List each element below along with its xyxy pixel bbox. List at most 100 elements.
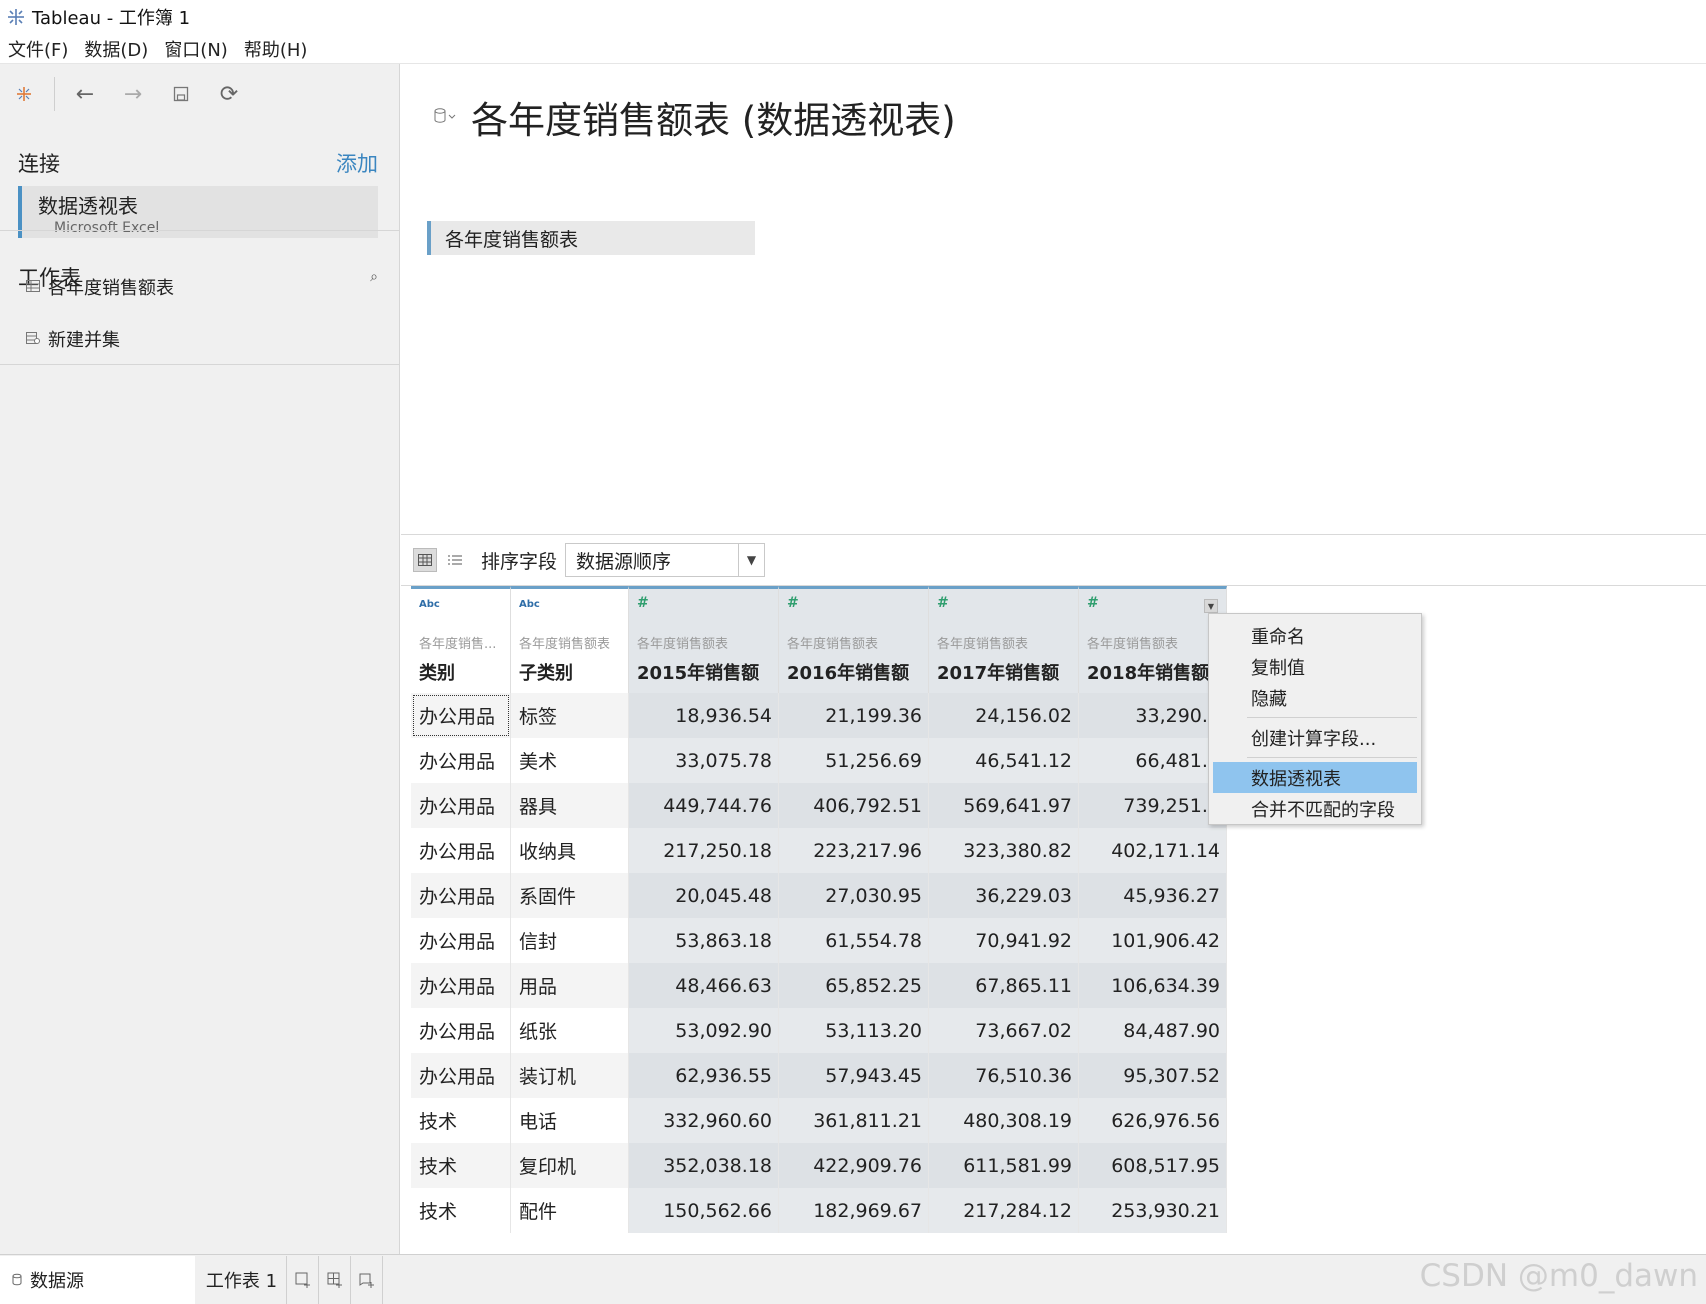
column-name[interactable]: 子类别 bbox=[519, 659, 573, 685]
new-dashboard-icon[interactable] bbox=[319, 1255, 351, 1304]
column-name[interactable]: 2018年销售额 bbox=[1087, 659, 1209, 685]
table-cell[interactable]: 27,030.95 bbox=[779, 873, 929, 918]
tab-sheet-1[interactable]: 工作表 1 bbox=[197, 1255, 287, 1304]
column-menu-dropdown-icon[interactable]: ▼ bbox=[1204, 599, 1218, 613]
chevron-down-icon[interactable]: ▼ bbox=[738, 544, 764, 576]
menu-window[interactable]: 窗口(N) bbox=[164, 36, 228, 62]
number-type-icon[interactable]: # bbox=[937, 595, 949, 611]
table-cell[interactable]: 办公用品 bbox=[411, 828, 511, 873]
table-cell[interactable]: 46,541.12 bbox=[929, 738, 1079, 783]
forward-arrow-icon[interactable]: → bbox=[109, 74, 157, 114]
table-cell[interactable]: 61,554.78 bbox=[779, 918, 929, 963]
search-icon[interactable]: ⌕ bbox=[370, 269, 378, 285]
table-cell[interactable]: 电话 bbox=[511, 1098, 629, 1143]
table-cell[interactable]: 技术 bbox=[411, 1143, 511, 1188]
table-cell[interactable]: 技术 bbox=[411, 1098, 511, 1143]
table-cell[interactable]: 办公用品 bbox=[411, 873, 511, 918]
table-cell[interactable]: 装订机 bbox=[511, 1053, 629, 1098]
number-type-icon[interactable]: # bbox=[787, 595, 799, 611]
column-header-category[interactable]: Abc 各年度销售... 类别 bbox=[411, 586, 511, 693]
table-cell[interactable]: 106,634.39 bbox=[1079, 963, 1227, 1008]
menu-file[interactable]: 文件(F) bbox=[8, 36, 68, 62]
column-header-2018[interactable]: # 各年度销售额表 2018年销售额 ▼ bbox=[1079, 586, 1227, 693]
table-cell[interactable]: 53,113.20 bbox=[779, 1008, 929, 1053]
table-cell[interactable]: 18,936.54 bbox=[629, 693, 779, 738]
table-cell[interactable]: 402,171.14 bbox=[1079, 828, 1227, 873]
table-cell[interactable]: 48,466.63 bbox=[629, 963, 779, 1008]
table-cell[interactable]: 标签 bbox=[511, 693, 629, 738]
table-cell[interactable]: 150,562.66 bbox=[629, 1188, 779, 1233]
new-story-icon[interactable] bbox=[351, 1255, 383, 1304]
table-cell[interactable]: 84,487.90 bbox=[1079, 1008, 1227, 1053]
table-cell[interactable]: 53,863.18 bbox=[629, 918, 779, 963]
table-cell[interactable]: 办公用品 bbox=[411, 963, 511, 1008]
menu-item-pivot[interactable]: 数据透视表 bbox=[1213, 762, 1417, 793]
table-cell[interactable]: 20,045.48 bbox=[629, 873, 779, 918]
table-cell[interactable]: 332,960.60 bbox=[629, 1098, 779, 1143]
table-cell[interactable]: 美术 bbox=[511, 738, 629, 783]
table-cell[interactable]: 办公用品 bbox=[411, 693, 511, 738]
table-cell[interactable]: 65,852.25 bbox=[779, 963, 929, 1008]
menu-data[interactable]: 数据(D) bbox=[84, 36, 148, 62]
menu-item-copy-values[interactable]: 复制值 bbox=[1209, 651, 1421, 682]
menu-help[interactable]: 帮助(H) bbox=[244, 36, 308, 62]
column-name[interactable]: 类别 bbox=[419, 659, 455, 685]
string-type-icon[interactable]: Abc bbox=[519, 599, 540, 610]
table-cell[interactable]: 608,517.95 bbox=[1079, 1143, 1227, 1188]
table-cell[interactable]: 223,217.96 bbox=[779, 828, 929, 873]
list-view-icon[interactable] bbox=[443, 548, 467, 572]
table-cell[interactable]: 182,969.67 bbox=[779, 1188, 929, 1233]
table-cell[interactable]: 101,906.42 bbox=[1079, 918, 1227, 963]
new-worksheet-icon[interactable] bbox=[287, 1255, 319, 1304]
table-cell[interactable]: 办公用品 bbox=[411, 918, 511, 963]
column-name[interactable]: 2015年销售额 bbox=[637, 659, 759, 685]
menu-item-create-calculated-field[interactable]: 创建计算字段... bbox=[1209, 722, 1421, 753]
table-cell[interactable]: 33,290.1 bbox=[1079, 693, 1227, 738]
sort-field-select[interactable]: 数据源顺序 ▼ bbox=[565, 543, 766, 577]
table-cell[interactable]: 70,941.92 bbox=[929, 918, 1079, 963]
table-cell[interactable]: 复印机 bbox=[511, 1143, 629, 1188]
table-cell[interactable]: 406,792.51 bbox=[779, 783, 929, 828]
refresh-icon[interactable]: ⟳ bbox=[205, 74, 253, 114]
table-cell[interactable]: 系固件 bbox=[511, 873, 629, 918]
table-cell[interactable]: 57,943.45 bbox=[779, 1053, 929, 1098]
table-cell[interactable]: 办公用品 bbox=[411, 738, 511, 783]
table-cell[interactable]: 收纳具 bbox=[511, 828, 629, 873]
table-cell[interactable]: 361,811.21 bbox=[779, 1098, 929, 1143]
table-cell[interactable]: 449,744.76 bbox=[629, 783, 779, 828]
table-cell[interactable]: 217,250.18 bbox=[629, 828, 779, 873]
table-cell[interactable]: 323,380.82 bbox=[929, 828, 1079, 873]
menu-item-rename[interactable]: 重命名 bbox=[1209, 620, 1421, 651]
table-cell[interactable]: 480,308.19 bbox=[929, 1098, 1079, 1143]
column-header-2017[interactable]: # 各年度销售额表 2017年销售额 bbox=[929, 586, 1079, 693]
table-cell[interactable]: 配件 bbox=[511, 1188, 629, 1233]
table-cell[interactable]: 办公用品 bbox=[411, 783, 511, 828]
table-cell[interactable]: 51,256.69 bbox=[779, 738, 929, 783]
string-type-icon[interactable]: Abc bbox=[419, 599, 440, 610]
back-arrow-icon[interactable]: ← bbox=[61, 74, 109, 114]
table-cell[interactable]: 21,199.36 bbox=[779, 693, 929, 738]
table-cell[interactable]: 67,865.11 bbox=[929, 963, 1079, 1008]
table-cell[interactable]: 95,307.52 bbox=[1079, 1053, 1227, 1098]
column-name[interactable]: 2017年销售额 bbox=[937, 659, 1059, 685]
table-cell[interactable]: 217,284.12 bbox=[929, 1188, 1079, 1233]
column-name[interactable]: 2016年销售额 bbox=[787, 659, 909, 685]
table-cell[interactable]: 569,641.97 bbox=[929, 783, 1079, 828]
table-cell[interactable]: 611,581.99 bbox=[929, 1143, 1079, 1188]
datasource-title[interactable]: 各年度销售额表 (数据透视表) bbox=[471, 90, 956, 144]
menu-item-hide[interactable]: 隐藏 bbox=[1209, 682, 1421, 713]
table-cell[interactable]: 办公用品 bbox=[411, 1008, 511, 1053]
table-cell[interactable]: 器具 bbox=[511, 783, 629, 828]
column-header-2016[interactable]: # 各年度销售额表 2016年销售额 bbox=[779, 586, 929, 693]
table-cell[interactable]: 用品 bbox=[511, 963, 629, 1008]
table-cell[interactable]: 626,976.56 bbox=[1079, 1098, 1227, 1143]
table-cell[interactable]: 739,251.4 bbox=[1079, 783, 1227, 828]
table-cell[interactable]: 66,481.2 bbox=[1079, 738, 1227, 783]
table-cell[interactable]: 24,156.02 bbox=[929, 693, 1079, 738]
menu-item-merge-mismatched-fields[interactable]: 合并不匹配的字段 bbox=[1209, 793, 1421, 824]
table-cell[interactable]: 技术 bbox=[411, 1188, 511, 1233]
table-cell[interactable]: 53,092.90 bbox=[629, 1008, 779, 1053]
column-header-subcategory[interactable]: Abc 各年度销售额表 子类别 bbox=[511, 586, 629, 693]
table-cell[interactable]: 73,667.02 bbox=[929, 1008, 1079, 1053]
database-icon[interactable] bbox=[433, 107, 459, 127]
